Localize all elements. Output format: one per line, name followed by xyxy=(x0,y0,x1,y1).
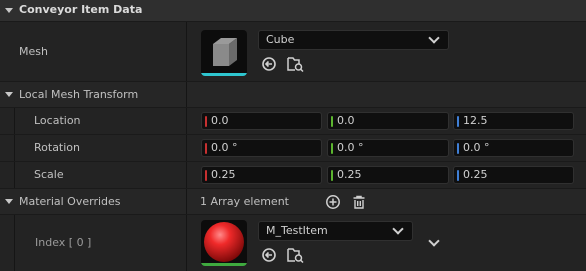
x-axis-marker xyxy=(205,170,207,181)
material-sphere-icon xyxy=(204,222,244,262)
column-divider xyxy=(186,162,187,188)
browse-icon[interactable] xyxy=(286,55,304,73)
mesh-value: Cube xyxy=(266,33,295,46)
column-divider xyxy=(186,189,187,214)
material-combo[interactable]: M_TestItem xyxy=(258,221,413,241)
location-x-value: 0.0 xyxy=(211,114,229,127)
column-divider xyxy=(186,82,187,107)
scale-y-field[interactable]: 0.25 xyxy=(327,166,449,184)
column-divider xyxy=(186,22,187,81)
section-header-local-mesh-transform[interactable]: Local Mesh Transform xyxy=(0,82,586,107)
column-divider xyxy=(186,108,187,134)
rotation-z-field[interactable]: 0.0 ° xyxy=(453,139,574,157)
indent-guide xyxy=(14,108,15,134)
section-header-material-overrides[interactable]: Material Overrides 1 Array element xyxy=(0,189,586,214)
material-thumbnail[interactable] xyxy=(201,220,247,266)
rotation-x-field[interactable]: 0.0 ° xyxy=(201,139,322,157)
array-count: 1 Array element xyxy=(200,195,289,208)
z-axis-marker xyxy=(457,143,459,154)
rotation-x-value: 0.0 ° xyxy=(211,141,238,154)
x-axis-marker xyxy=(205,116,207,127)
x-axis-marker xyxy=(205,143,207,154)
section-title: Conveyor Item Data xyxy=(19,3,143,16)
location-x-field[interactable]: 0.0 xyxy=(201,112,322,130)
indent-guide xyxy=(14,215,15,271)
scale-label: Scale xyxy=(34,168,64,181)
location-label: Location xyxy=(34,114,81,127)
rotation-row: Rotation 0.0 ° 0.0 ° 0.0 ° xyxy=(0,135,586,161)
add-icon[interactable] xyxy=(325,194,341,210)
column-divider xyxy=(186,215,187,271)
location-z-value: 12.5 xyxy=(463,114,488,127)
collapse-arrow-icon[interactable] xyxy=(5,199,13,204)
use-selected-icon[interactable] xyxy=(261,247,277,263)
scale-x-field[interactable]: 0.25 xyxy=(201,166,322,184)
location-y-value: 0.0 xyxy=(337,114,355,127)
material-asset-underline xyxy=(201,263,247,266)
column-divider xyxy=(186,135,187,161)
z-axis-marker xyxy=(457,170,459,181)
scale-z-field[interactable]: 0.25 xyxy=(453,166,574,184)
indent-guide xyxy=(14,162,15,188)
y-axis-marker xyxy=(331,170,333,181)
location-row: Location 0.0 0.0 12.5 xyxy=(0,108,586,134)
mesh-row: Mesh Cube xyxy=(0,22,586,81)
material-index-row: Index [ 0 ] M_TestItem xyxy=(0,215,586,271)
index-label: Index [ 0 ] xyxy=(35,236,92,249)
collapse-arrow-icon[interactable] xyxy=(5,8,13,13)
scale-y-value: 0.25 xyxy=(337,168,362,181)
y-axis-marker xyxy=(331,116,333,127)
rotation-label: Rotation xyxy=(34,141,81,154)
z-axis-marker xyxy=(457,116,459,127)
location-y-field[interactable]: 0.0 xyxy=(327,112,449,130)
use-selected-icon[interactable] xyxy=(261,56,277,72)
chevron-down-icon xyxy=(392,223,404,235)
scale-row: Scale 0.25 0.25 0.25 xyxy=(0,162,586,188)
browse-icon[interactable] xyxy=(286,246,304,264)
expand-options-chevron-icon[interactable] xyxy=(428,235,440,247)
collapse-arrow-icon[interactable] xyxy=(5,92,13,97)
location-z-field[interactable]: 12.5 xyxy=(453,112,574,130)
mesh-combo[interactable]: Cube xyxy=(258,30,449,50)
rotation-y-field[interactable]: 0.0 ° xyxy=(327,139,449,157)
section-title: Material Overrides xyxy=(19,195,121,208)
section-title: Local Mesh Transform xyxy=(19,88,139,101)
rotation-z-value: 0.0 ° xyxy=(463,141,490,154)
y-axis-marker xyxy=(331,143,333,154)
section-header-conveyor-item-data[interactable]: Conveyor Item Data xyxy=(0,0,586,21)
trash-icon[interactable] xyxy=(351,194,367,210)
indent-guide xyxy=(14,135,15,161)
mesh-asset-underline xyxy=(201,73,247,76)
mesh-thumbnail[interactable] xyxy=(201,30,247,76)
scale-x-value: 0.25 xyxy=(211,168,236,181)
mesh-label: Mesh xyxy=(19,45,48,58)
scale-z-value: 0.25 xyxy=(463,168,488,181)
cube-icon xyxy=(213,38,237,66)
rotation-y-value: 0.0 ° xyxy=(337,141,364,154)
chevron-down-icon xyxy=(428,32,440,44)
material-value: M_TestItem xyxy=(266,224,328,237)
